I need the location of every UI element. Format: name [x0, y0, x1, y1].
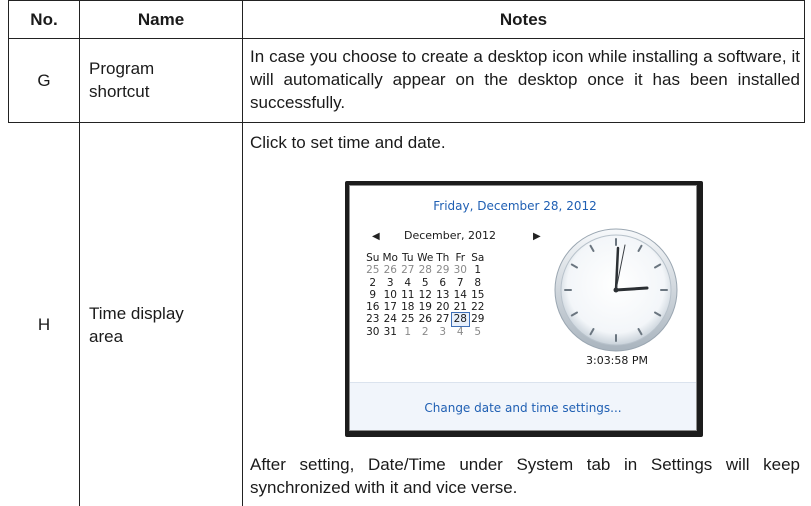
table-rule [804, 0, 805, 122]
day-cell[interactable]: 22 [469, 301, 487, 313]
day-cell[interactable]: 26 [382, 264, 400, 276]
day-cell[interactable]: 4 [399, 277, 417, 289]
day-cell[interactable]: 27 [434, 313, 452, 325]
day-cell[interactable]: 12 [417, 289, 435, 301]
day-cell[interactable]: 1 [469, 264, 487, 276]
day-cell[interactable]: 24 [382, 313, 400, 325]
day-cell[interactable]: 29 [469, 313, 487, 325]
day-cell[interactable]: 21 [452, 301, 470, 313]
day-cell[interactable]: 10 [382, 289, 400, 301]
week-row: 16 17 18 19 20 21 22 [364, 301, 487, 313]
row-g-no: G [37, 71, 51, 90]
table-rule [79, 0, 80, 506]
day-cell[interactable]: 28 [417, 264, 435, 276]
header-notes: Notes [499, 9, 548, 29]
day-cell[interactable]: 7 [452, 277, 470, 289]
day-cell[interactable]: 31 [382, 326, 400, 338]
day-cell[interactable]: 15 [469, 289, 487, 301]
calendar-grid: Su Mo Tu We Th Fr Sa 25 26 27 28 29 30 1… [364, 252, 487, 338]
day-cell[interactable]: 19 [417, 301, 435, 313]
week-row: 30 31 1 2 3 4 5 [364, 326, 487, 338]
day-cell[interactable]: 25 [399, 313, 417, 325]
day-cell[interactable]: 17 [382, 301, 400, 313]
selected-day-cell[interactable]: 28 [450, 312, 470, 327]
day-cell[interactable]: 8 [469, 277, 487, 289]
day-cell[interactable]: 2 [417, 326, 435, 338]
popup-footer: Change date and time settings... [350, 382, 696, 430]
month-title[interactable]: December, 2012 [390, 229, 510, 242]
week-row: 23 24 25 26 27 28 29 [364, 312, 487, 327]
day-cell[interactable]: 6 [434, 277, 452, 289]
day-cell[interactable]: 16 [364, 301, 382, 313]
change-date-time-settings-link[interactable]: Change date and time settings... [350, 401, 696, 415]
day-cell[interactable]: 25 [364, 264, 382, 276]
weekday-label: Th [436, 252, 450, 264]
weekday-row: Su Mo Tu We Th Fr Sa [364, 252, 487, 264]
row-h-name-line: area [89, 327, 124, 346]
next-month-icon[interactable]: ▶ [533, 231, 541, 242]
table-rule [8, 38, 805, 39]
day-cell[interactable]: 20 [434, 301, 452, 313]
full-date-link[interactable]: Friday, December 28, 2012 [350, 199, 610, 213]
row-g-notes: In case you choose to create a desktop i… [250, 47, 800, 112]
clock-time-readout: 3:03:58 PM [585, 354, 649, 367]
row-h-notes-intro: Click to set time and date. [250, 133, 446, 152]
day-cell[interactable]: 29 [434, 264, 452, 276]
day-cell[interactable]: 23 [364, 313, 382, 325]
weekday-label: We [417, 252, 434, 264]
weekday-label: Sa [471, 252, 485, 264]
day-cell[interactable]: 11 [399, 289, 417, 301]
day-cell[interactable]: 18 [399, 301, 417, 313]
row-h-notes-after: After setting, Date/Time under System ta… [250, 455, 800, 497]
row-h-name-line: Time display [89, 304, 184, 323]
week-row: 2 3 4 5 6 7 8 [364, 277, 487, 289]
weekday-label: Tu [402, 252, 414, 264]
weekday-label: Fr [455, 252, 466, 264]
day-cell[interactable]: 3 [434, 326, 452, 338]
previous-month-icon[interactable]: ◀ [372, 231, 380, 242]
week-row: 25 26 27 28 29 30 1 [364, 264, 487, 276]
day-cell[interactable]: 30 [452, 264, 470, 276]
row-g-name-line: shortcut [89, 82, 150, 101]
table-rule [242, 0, 243, 506]
day-cell[interactable]: 30 [364, 326, 382, 338]
calendar-popup: Friday, December 28, 2012 ◀ December, 20… [345, 181, 703, 437]
weekday-label: Su [366, 252, 380, 264]
day-cell[interactable]: 4 [452, 326, 470, 338]
day-cell[interactable]: 2 [364, 277, 382, 289]
analog-clock-icon [554, 228, 678, 352]
day-cell[interactable]: 1 [399, 326, 417, 338]
day-cell[interactable]: 5 [469, 326, 487, 338]
weekday-label: Mo [382, 252, 398, 264]
day-cell[interactable]: 26 [417, 313, 435, 325]
row-h-name: Time display area [89, 302, 239, 348]
day-cell[interactable]: 3 [382, 277, 400, 289]
header-no: No. [30, 9, 58, 29]
calendar-popup-body: Friday, December 28, 2012 ◀ December, 20… [349, 185, 697, 431]
day-cell[interactable]: 5 [417, 277, 435, 289]
week-row: 9 10 11 12 13 14 15 [364, 289, 487, 301]
row-g-name-line: Program [89, 59, 155, 78]
header-name: Name [137, 9, 185, 29]
day-cell[interactable]: 9 [364, 289, 382, 301]
day-cell[interactable]: 14 [452, 289, 470, 301]
day-cell[interactable]: 27 [399, 264, 417, 276]
row-g-name: Program shortcut [89, 57, 239, 103]
row-h-no: H [37, 315, 51, 334]
day-cell[interactable]: 13 [434, 289, 452, 301]
table-rule [8, 122, 805, 123]
